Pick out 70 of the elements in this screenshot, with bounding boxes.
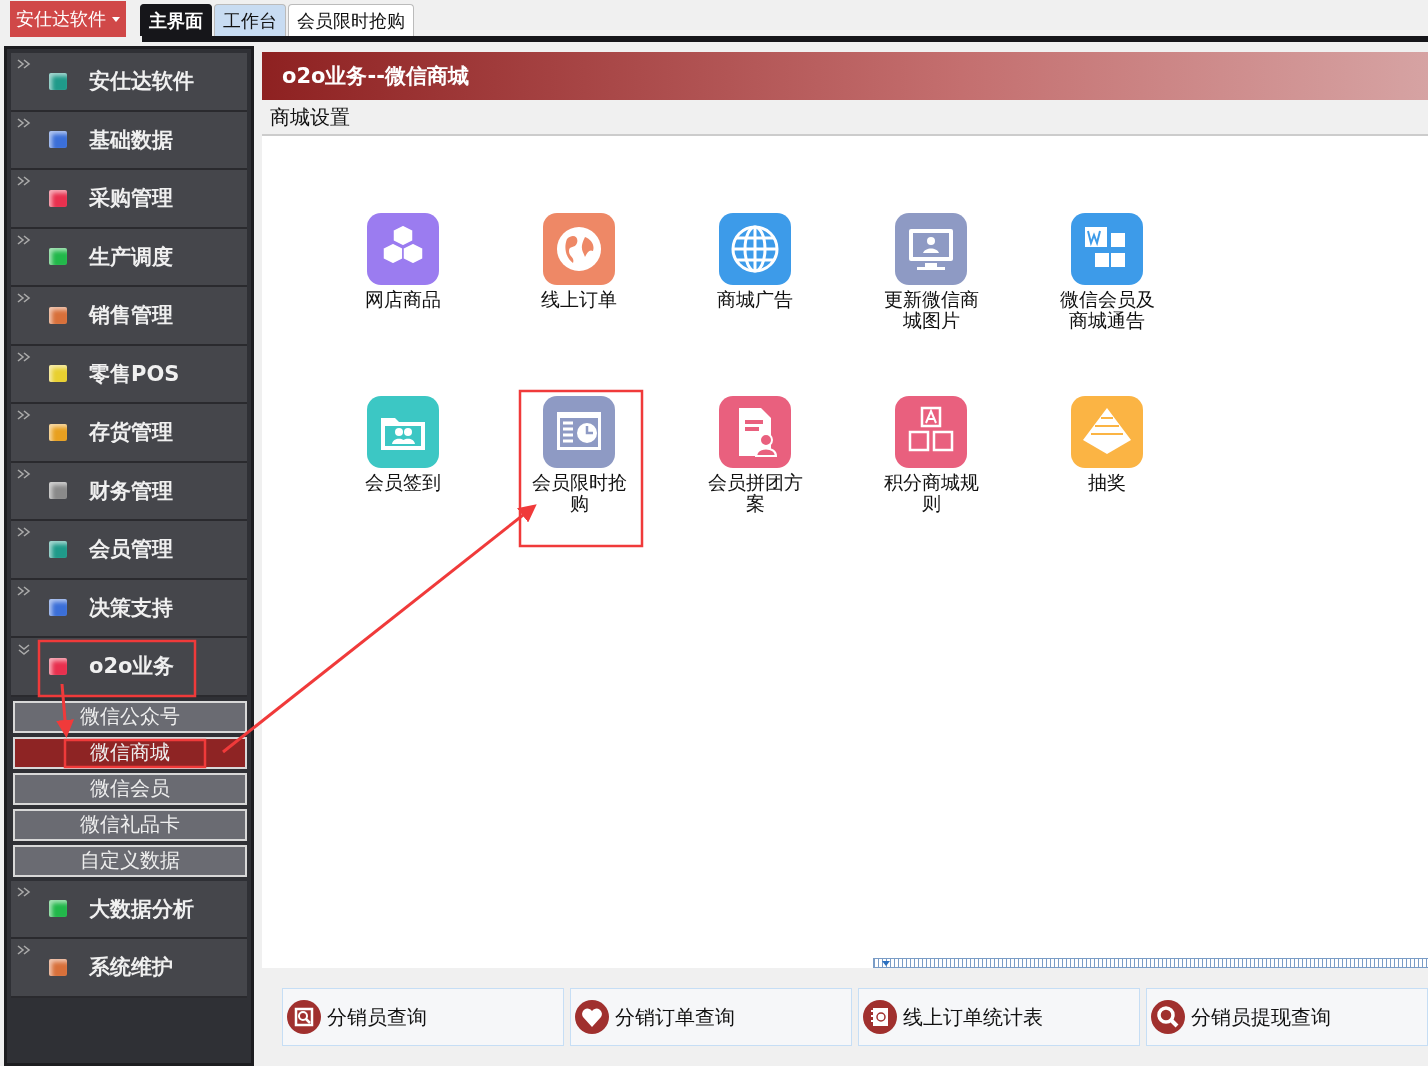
module-item[interactable]: 会员管理 — [11, 521, 247, 580]
chevron-icon — [17, 117, 31, 130]
module-label: 基础数据 — [89, 126, 173, 154]
submenu-item[interactable]: 微信商城 — [13, 736, 247, 769]
feature-tile[interactable]: 会员限时抢购 — [491, 396, 667, 514]
feature-tile[interactable]: 线上订单 — [491, 213, 667, 331]
submenu-item[interactable]: 自定义数据 — [13, 844, 247, 877]
module-item[interactable]: 决策支持 — [11, 579, 247, 638]
brand-menu-button[interactable]: 安仕达软件 — [10, 1, 126, 37]
feature-tile[interactable]: 微信会员及商城通告 — [1019, 213, 1195, 331]
tab[interactable]: 工作台 — [214, 4, 286, 36]
module-label: 财务管理 — [89, 477, 173, 505]
report-link[interactable]: 分销订单查询 — [570, 988, 852, 1046]
module-item[interactable]: 零售POS — [11, 345, 247, 404]
module-item[interactable]: o2o业务 — [11, 638, 247, 697]
submenu-item[interactable]: 微信会员 — [13, 772, 247, 805]
module-label: 安仕达软件 — [89, 68, 194, 96]
module-item[interactable]: 系统维护 — [11, 939, 247, 998]
feature-tile[interactable]: 会员拼团方案 — [667, 396, 843, 514]
submenu-item[interactable]: 微信公众号 — [13, 700, 247, 733]
chevron-icon — [17, 59, 31, 71]
module-item[interactable]: 财务管理 — [11, 462, 247, 521]
chevron-icon — [17, 410, 31, 422]
module-label: 系统维护 — [89, 954, 173, 982]
chevron-icon — [17, 527, 31, 539]
submenu-item[interactable]: 微信礼品卡 — [13, 808, 247, 841]
module-label: 采购管理 — [89, 185, 173, 213]
module-item[interactable]: 生产调度 — [11, 228, 247, 287]
chevron-icon — [17, 644, 31, 656]
panel-title: o2o业务--微信商城 — [282, 63, 469, 90]
module-item[interactable]: 存货管理 — [11, 404, 247, 463]
report-link[interactable]: 分销员查询 — [282, 988, 564, 1046]
annotation-arrow — [56, 683, 74, 738]
chevron-icon — [17, 945, 31, 957]
tab[interactable]: 会员限时抢购 — [288, 4, 414, 36]
chevron-icon — [17, 234, 31, 247]
module-item[interactable]: 大数据分析 — [11, 880, 247, 939]
section-title: 商城设置 — [270, 103, 350, 131]
module-label: 会员管理 — [89, 536, 173, 564]
module-label: 决策支持 — [89, 594, 173, 622]
caret-icon — [112, 16, 120, 22]
feature-tile[interactable]: 抽奖 — [1019, 396, 1195, 514]
feature-tile[interactable]: 网店商品 — [315, 213, 491, 331]
feature-tile[interactable]: 商城广告 — [667, 213, 843, 331]
tab[interactable]: 主界面 — [140, 4, 212, 36]
notebook-icon — [863, 1000, 897, 1034]
module-item[interactable]: 安仕达软件 — [11, 53, 247, 112]
chevron-icon — [17, 351, 31, 364]
down-arrow-icon — [882, 960, 890, 966]
feature-tile[interactable]: 积分商城规则 — [843, 396, 1019, 514]
feature-tile[interactable]: 会员签到 — [315, 396, 491, 514]
module-item[interactable]: 基础数据 — [11, 111, 247, 170]
module-label: 销售管理 — [89, 302, 173, 330]
chevron-icon — [17, 468, 31, 481]
chevron-icon — [17, 293, 31, 305]
module-label: 大数据分析 — [89, 895, 194, 923]
module-label: 零售POS — [89, 360, 180, 388]
module-label: o2o业务 — [89, 653, 175, 681]
report-link[interactable]: 线上订单统计表 — [858, 988, 1140, 1046]
search-document-icon — [287, 1000, 321, 1034]
module-item[interactable]: 采购管理 — [11, 170, 247, 229]
search-icon — [1151, 1000, 1185, 1034]
chevron-icon — [17, 176, 31, 188]
feature-tile[interactable]: 更新微信商城图片 — [843, 213, 1019, 331]
chevron-icon — [17, 886, 31, 899]
chevron-icon — [17, 585, 31, 598]
module-item[interactable]: 销售管理 — [11, 287, 247, 346]
module-label: 存货管理 — [89, 419, 173, 447]
report-link[interactable]: 分销员提现查询 — [1146, 988, 1428, 1046]
module-label: 生产调度 — [89, 243, 173, 271]
